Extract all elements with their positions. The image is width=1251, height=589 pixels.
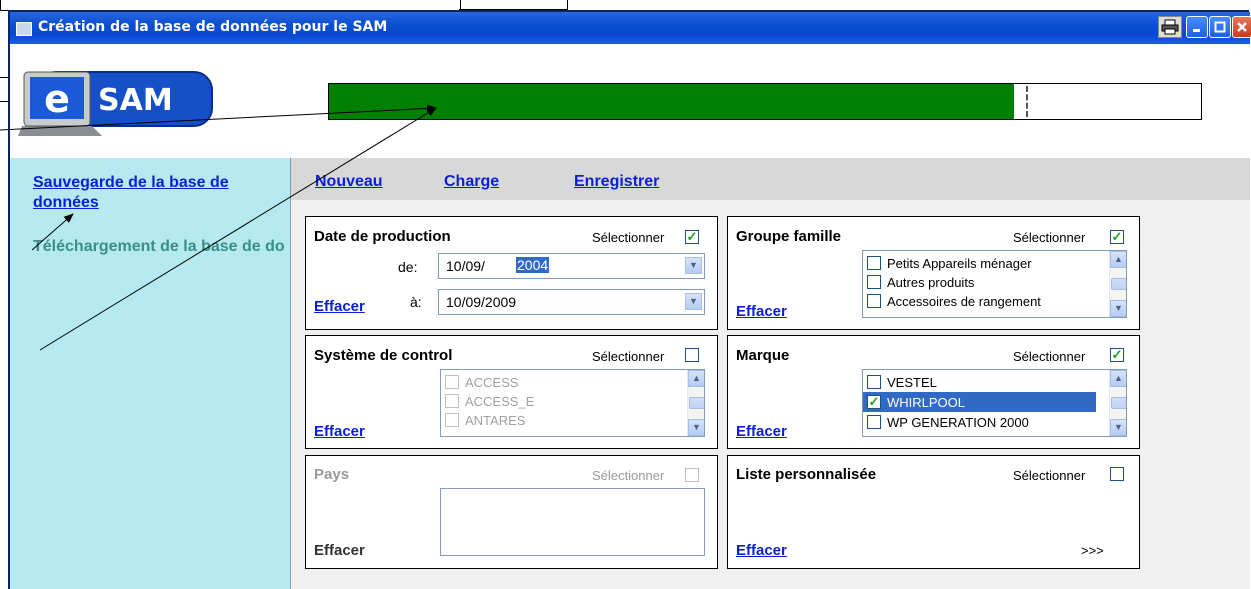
- arrow-line: [31, 213, 74, 251]
- arrow-line: [0, 104, 437, 131]
- annotation-arrows: [0, 104, 437, 351]
- arrow-line: [39, 107, 437, 351]
